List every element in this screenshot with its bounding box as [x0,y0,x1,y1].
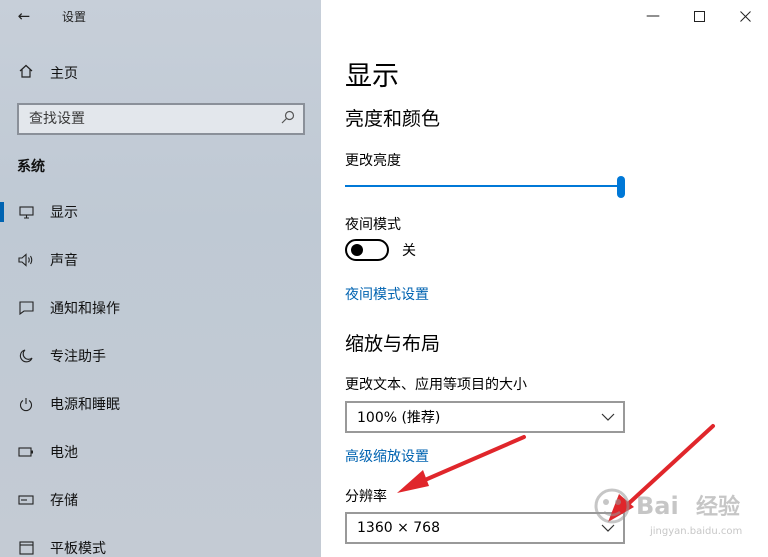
tablet-icon [0,541,50,555]
maximize-button[interactable] [676,0,722,32]
main-content: — 显示 亮度和颜色 更改亮度 夜间模式 关 夜间模式设置 缩放与布局 更改文本… [321,0,768,557]
watermark-logo: Bai 经验 jingyan.baidu.com [590,484,760,540]
sidebar: ← 设置 主页 系统 显示 声音 [0,0,321,557]
sidebar-item-label: 专注助手 [50,349,106,365]
sidebar-item-battery[interactable]: 电池 [0,428,321,476]
sidebar-item-power-sleep[interactable]: 电源和睡眠 [0,380,321,428]
search-box[interactable] [17,103,305,135]
scale-label: 更改文本、应用等项目的大小 [345,377,527,393]
svg-text:jingyan.baidu.com: jingyan.baidu.com [649,526,742,537]
active-indicator [0,202,4,222]
page-title: 显示 [345,61,399,92]
monitor-icon [0,205,50,219]
maximize-icon [693,10,705,22]
sidebar-item-label: 电池 [50,445,78,461]
minimize-button[interactable]: — [630,0,676,32]
title-bar: ← 设置 [0,0,321,32]
slider-thumb[interactable] [617,176,625,198]
sidebar-item-label: 存储 [50,493,78,509]
minimize-icon: — [646,8,660,24]
sidebar-item-home[interactable]: 主页 [0,58,321,88]
scale-dropdown[interactable]: 100% (推荐) [345,401,625,433]
close-button[interactable] [722,0,768,32]
brightness-slider[interactable] [345,176,625,198]
chevron-down-icon [601,410,615,424]
battery-icon [0,447,50,457]
sidebar-item-focus-assist[interactable]: 专注助手 [0,332,321,380]
advanced-scaling-link[interactable]: 高级缩放设置 [345,446,429,466]
window-title: 设置 [62,9,87,24]
sidebar-item-label: 主页 [50,66,78,82]
resolution-dropdown[interactable]: 1360 × 768 [345,512,625,544]
search-input[interactable] [29,111,259,127]
sidebar-item-label: 通知和操作 [50,301,120,317]
speaker-icon [0,253,50,267]
brightness-color-heading: 亮度和颜色 [345,108,441,130]
sidebar-nav: 显示 声音 通知和操作 专注助手 电源和睡眠 电池 存储 平板模式 [0,188,321,557]
close-icon [739,10,751,22]
slider-track [345,185,621,187]
night-mode-settings-link[interactable]: 夜间模式设置 [345,284,429,304]
night-mode-toggle[interactable] [345,239,389,261]
window-controls: — [630,0,768,32]
resolution-label: 分辨率 [345,489,387,505]
search-icon[interactable] [281,110,295,128]
scale-value: 100% (推荐) [357,410,441,426]
sidebar-item-display[interactable]: 显示 [0,188,321,236]
night-mode-state: 关 [402,243,416,259]
sidebar-item-tablet-mode[interactable]: 平板模式 [0,524,321,557]
toggle-knob [351,244,363,256]
scale-layout-heading: 缩放与布局 [345,333,441,355]
sidebar-item-storage[interactable]: 存储 [0,476,321,524]
svg-text:经验: 经验 [696,494,740,520]
sidebar-item-label: 平板模式 [50,541,106,557]
home-icon [0,64,50,82]
resolution-value: 1360 × 768 [357,520,440,536]
sidebar-item-notifications[interactable]: 通知和操作 [0,284,321,332]
night-mode-label: 夜间模式 [345,217,401,233]
notification-icon [0,301,50,315]
sidebar-item-label: 电源和睡眠 [50,397,120,413]
power-icon [0,397,50,412]
svg-text:Bai: Bai [636,492,679,520]
moon-icon [0,349,50,363]
back-button[interactable]: ← [0,0,48,32]
section-title: 系统 [17,159,45,175]
back-arrow-icon: ← [17,7,31,25]
storage-icon [0,495,50,505]
sidebar-item-label: 显示 [50,205,78,221]
night-mode-toggle-row: 关 [345,239,416,261]
sidebar-item-label: 声音 [50,253,78,269]
brightness-label: 更改亮度 [345,153,401,169]
sidebar-item-sound[interactable]: 声音 [0,236,321,284]
